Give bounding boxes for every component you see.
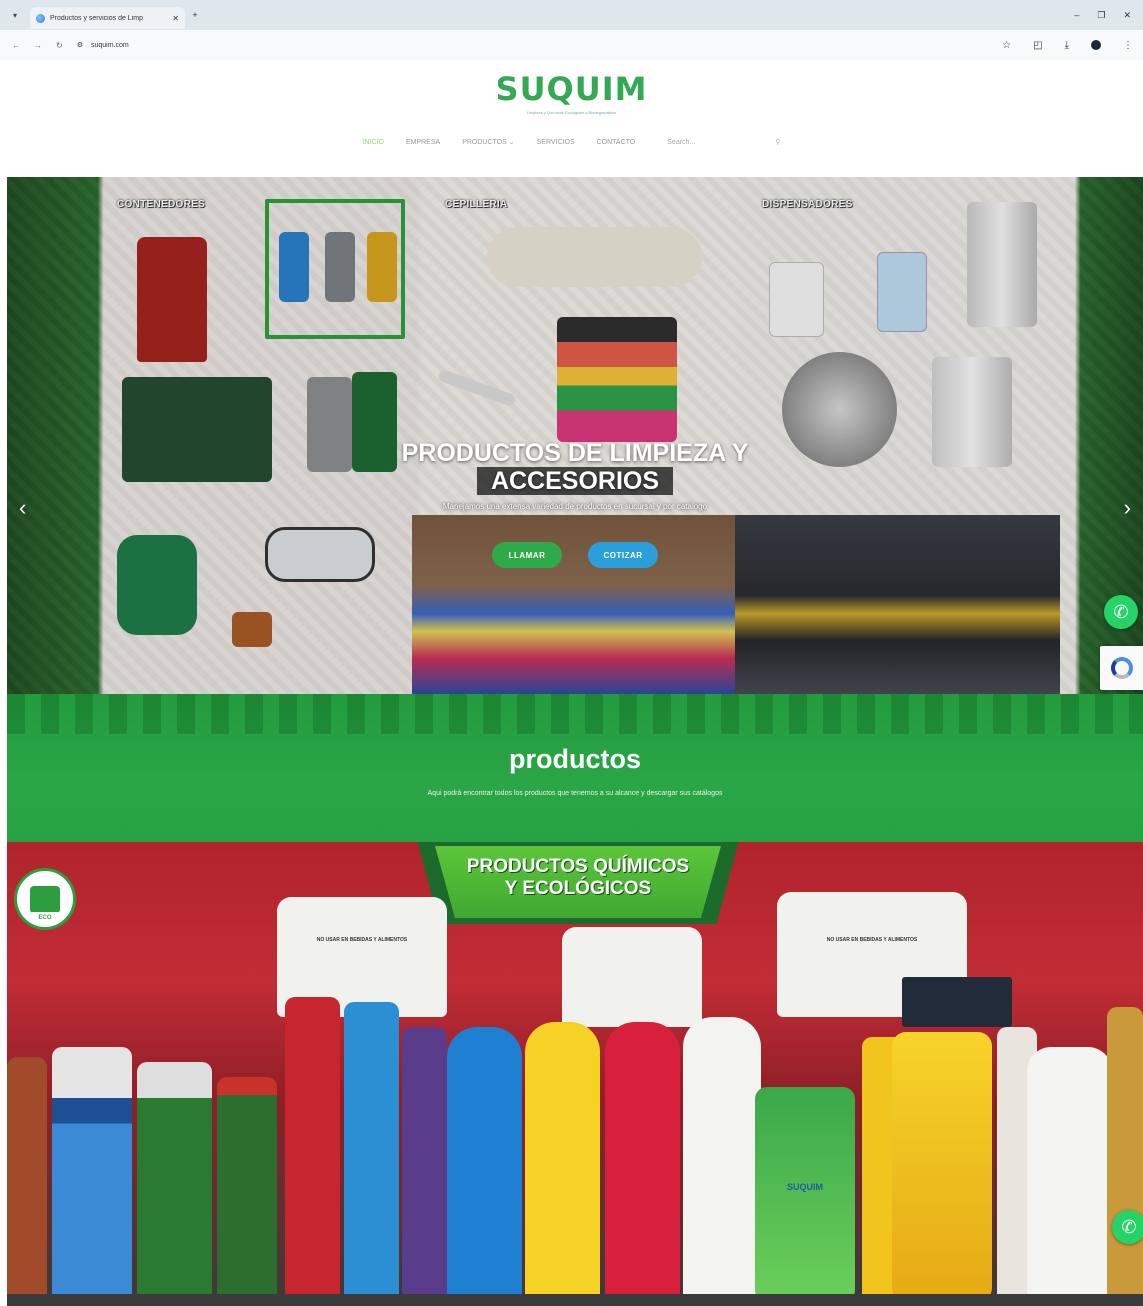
nav-item-servicios[interactable]: SERVICIOS [537, 139, 575, 146]
products-title: productos [509, 744, 641, 774]
eco-badge: ECO [14, 868, 76, 930]
bookmark-star-icon[interactable]: ☆ [1002, 40, 1011, 51]
extensions-icon[interactable]: ◰ [1033, 40, 1042, 51]
url-text: suquim.com [90, 41, 129, 49]
logo-text: SUQUIM [495, 70, 648, 108]
product-spray-wiese-red [285, 997, 340, 1302]
tab-close-icon[interactable]: ✕ [172, 14, 179, 23]
minimize-icon[interactable]: – [1074, 10, 1079, 21]
product-spray-wiese-purple [402, 1027, 447, 1302]
recaptcha-badge[interactable] [1100, 646, 1143, 690]
white-jug-center [562, 927, 702, 1027]
chemical-products-banner[interactable]: PRODUCTOS QUÍMICOS Y ECOLÓGICOS ECO NO U… [7, 842, 1143, 1306]
products-subtitle: Aqui podrá encontrar todos los productos… [427, 790, 723, 797]
search-input[interactable]: Search... [667, 139, 695, 146]
slider-prev-arrow-icon[interactable]: ‹ [19, 495, 26, 521]
whatsapp-icon-lower[interactable]: ✆ [1112, 1210, 1143, 1244]
product-bottle-yellow [525, 1022, 600, 1302]
browser-address-bar: ← → ↻ ⚙ suquim.com ☆ ◰ ⤓ ⋮ [0, 30, 1143, 60]
nav-item-inicio[interactable]: INICIO [363, 139, 384, 146]
page: ▾ Productos y servicios de Limp ✕ + – ❐ … [0, 0, 1143, 1306]
product-bottle-carona [892, 1032, 992, 1302]
recaptcha-icon [1110, 657, 1133, 679]
nav-item-productos[interactable]: PRODUCTOS ⌄ [462, 138, 514, 146]
logo-tagline: Limpieza y Químicos Ecológicos y Biodegr… [526, 110, 617, 115]
product-can-b90 [217, 1077, 277, 1302]
restore-icon[interactable]: ❐ [1097, 10, 1105, 21]
site-info-icon[interactable]: ⚙ [77, 41, 83, 49]
search-box[interactable]: Search... ⚲ [667, 138, 780, 147]
product-cap-dark [902, 977, 1012, 1027]
eco-badge-text: ECO [38, 915, 52, 921]
product-spray-wiese-blue [344, 1002, 399, 1302]
hero-title-line2: ACCESORIOS [476, 467, 674, 495]
profile-avatar[interactable] [1091, 40, 1101, 50]
product-bottle-blue [447, 1027, 522, 1302]
whatsapp-icon[interactable]: ✆ [1104, 595, 1138, 629]
quote-button[interactable]: COTIZAR [588, 542, 658, 568]
jug-warning-left: NO USAR EN BEBIDAS Y ALIMENTOS [316, 937, 408, 943]
thumbs-up-icon [30, 886, 60, 912]
jug-warning-right: NO USAR EN BEBIDAS Y ALIMENTOS [826, 937, 918, 943]
site-logo[interactable]: SUQUIM Limpieza y Químicos Ecológicos y … [0, 70, 1143, 115]
hero-title-line1: PRODUCTOS DE LIMPIEZA Y [401, 439, 749, 467]
hero-buttons: LLAMAR COTIZAR [7, 542, 1143, 568]
chevron-down-icon: ⌄ [508, 139, 515, 146]
download-icon[interactable]: ⤓ [1065, 40, 1069, 51]
tab-list-icon[interactable]: ▾ [0, 11, 30, 20]
product-can-1 [7, 1057, 47, 1302]
hero-overlay [7, 177, 1143, 694]
product-bottle-crema-lustradora [1027, 1047, 1112, 1302]
tab-title: Productos y servicios de Limp [50, 14, 143, 22]
nav-item-contacto[interactable]: CONTACTO [597, 139, 636, 146]
back-icon[interactable]: ← [12, 41, 20, 50]
browser-toolbar-right: ☆ ◰ ⤓ ⋮ [1002, 40, 1143, 51]
product-spray-green [755, 1087, 855, 1302]
main-navigation: INICIO EMPRESA PRODUCTOS ⌄ SERVICIOS CON… [0, 138, 1143, 147]
call-button[interactable]: LLAMAR [492, 542, 562, 568]
site-favicon-icon [36, 13, 45, 23]
browser-menu-icon[interactable]: ⋮ [1123, 40, 1133, 51]
browser-tab-bar: ▾ Productos y servicios de Limp ✕ + – ❐ … [0, 0, 1143, 30]
product-bottle-red [605, 1022, 680, 1302]
hero-subtitle: Manejamos una extensa variedad de produc… [442, 502, 708, 511]
product-can-2 [52, 1047, 132, 1302]
reload-icon[interactable]: ↻ [56, 41, 63, 50]
window-controls: – ❐ ✕ [1074, 10, 1143, 21]
products-band-texture [7, 694, 1143, 734]
hero-slider: CONTENEDORES CEPILLERIA DISPENSADORES PR… [7, 177, 1143, 694]
browser-tab[interactable]: Productos y servicios de Limp ✕ [30, 7, 185, 29]
product-can-bioverde [137, 1062, 212, 1302]
new-tab-icon[interactable]: + [185, 10, 205, 20]
forward-icon[interactable]: → [34, 41, 42, 50]
bottle-brand-label: SUQUIM [787, 1182, 823, 1192]
nav-item-empresa[interactable]: EMPRESA [406, 139, 440, 146]
url-field[interactable]: ⚙ suquim.com [77, 41, 129, 50]
nav-item-productos-label: PRODUCTOS [462, 139, 507, 146]
product-bottle-white [683, 1017, 761, 1302]
products-section-header: productos Aqui podrá encontrar todos los… [7, 694, 1143, 842]
browser-nav-buttons: ← → ↻ [0, 41, 63, 50]
product-bottle-amber [1107, 1007, 1143, 1302]
slider-next-arrow-icon[interactable]: › [1124, 495, 1131, 521]
banner-title-line1: PRODUCTOS QUÍMICOS [466, 856, 690, 877]
search-icon[interactable]: ⚲ [775, 138, 780, 146]
close-window-icon[interactable]: ✕ [1123, 10, 1131, 21]
banner-title-line2: Y ECOLÓGICOS [504, 878, 652, 899]
product-shelf [7, 1294, 1143, 1306]
hero-title: PRODUCTOS DE LIMPIEZA Y ACCESORIOS [7, 439, 1143, 495]
banner-title: PRODUCTOS QUÍMICOS Y ECOLÓGICOS [417, 856, 739, 900]
